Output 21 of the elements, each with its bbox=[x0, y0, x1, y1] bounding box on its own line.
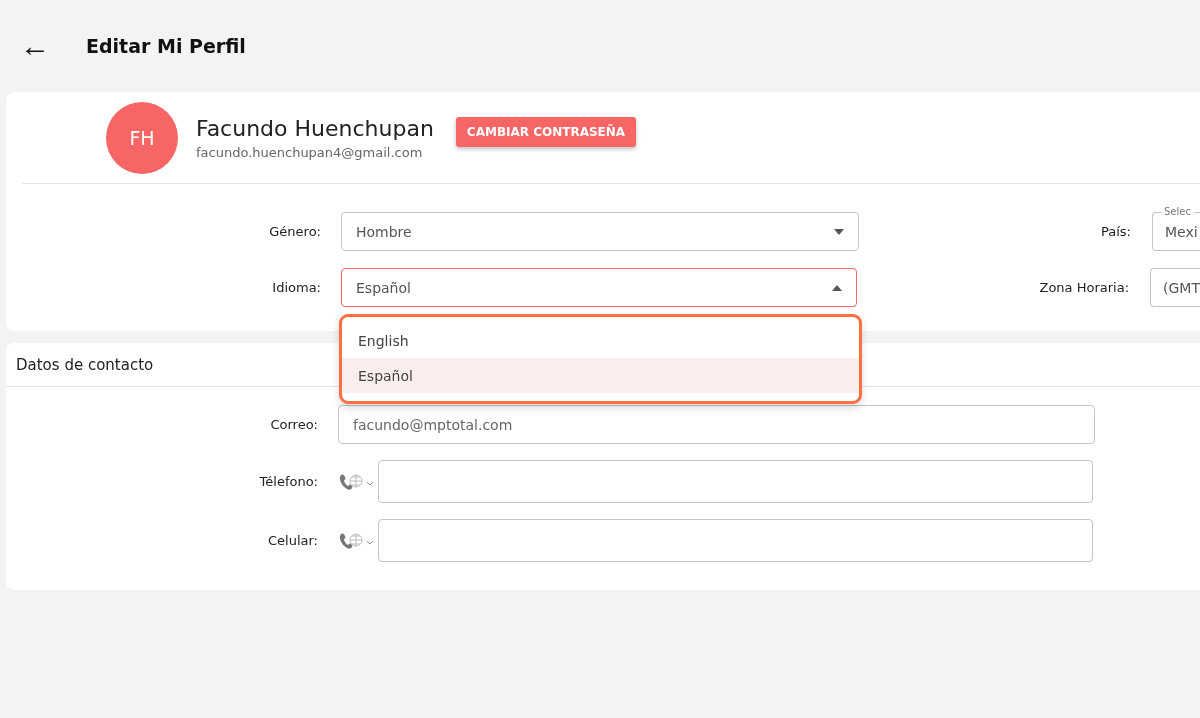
field-label: Télefono: bbox=[258, 474, 318, 489]
field-label: Correo: bbox=[269, 417, 318, 432]
input-field[interactable] bbox=[378, 460, 1093, 503]
page-title: Editar Mi Perfil bbox=[86, 35, 246, 57]
avatar: FH bbox=[106, 101, 178, 174]
caret-icon bbox=[834, 228, 844, 235]
select-field[interactable]: Hombre bbox=[341, 212, 859, 251]
caret-icon bbox=[832, 284, 843, 291]
field-label: Celular: bbox=[267, 533, 318, 548]
field-label: País: bbox=[1100, 224, 1131, 239]
select-field[interactable]: Español bbox=[341, 268, 858, 307]
dropdown-option[interactable]: English bbox=[342, 323, 859, 358]
user-name: Facundo Huenchupan bbox=[196, 115, 434, 141]
input-field[interactable] bbox=[378, 519, 1093, 562]
field-label: Idioma: bbox=[271, 280, 321, 295]
input-field[interactable]: facundo@mptotal.com bbox=[338, 405, 1095, 444]
user-email: facundo.huenchupan4@gmail.com bbox=[196, 144, 424, 160]
field-label: Género: bbox=[268, 224, 321, 239]
field-label: Zona Horaria: bbox=[1038, 280, 1130, 295]
dropdown-option[interactable]: Español bbox=[342, 358, 859, 393]
back-button[interactable]: ← bbox=[20, 31, 50, 61]
